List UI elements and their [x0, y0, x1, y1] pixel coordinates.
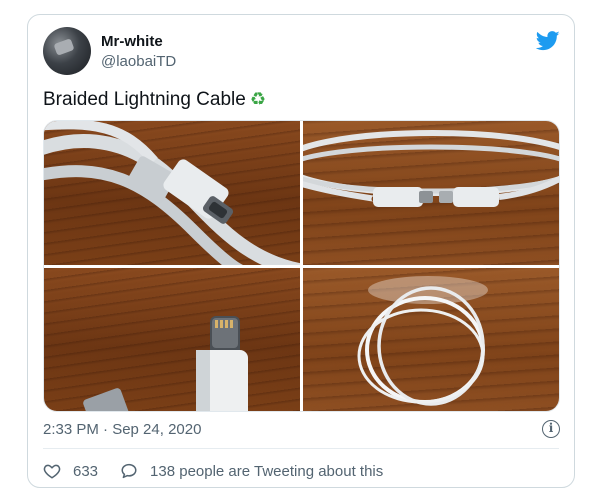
recycle-icon: ♻: [249, 89, 266, 109]
tweet-text-content: Braided Lightning Cable: [43, 89, 246, 110]
cable-photo-2: [303, 130, 559, 207]
tweet-actions: 633 138 people are Tweeting about this: [43, 459, 383, 483]
photo-2[interactable]: [303, 121, 559, 265]
cable-photo-3: [83, 315, 248, 411]
tweeting-about-link[interactable]: 138 people are Tweeting about this: [120, 462, 383, 480]
cable-photo-1: [44, 121, 300, 265]
photo-1[interactable]: [44, 121, 300, 265]
tweet-text: Braided Lightning Cable ♻: [43, 89, 266, 111]
like-count: 633: [73, 462, 99, 480]
info-icon[interactable]: i: [542, 420, 560, 438]
tweet-card[interactable]: Mr-white @laobaiTD Braided Lightning Cab…: [27, 14, 575, 488]
tweeting-about-label: 138 people are Tweeting about this: [150, 462, 384, 480]
twitter-bird-icon[interactable]: [536, 31, 560, 51]
photo-4[interactable]: [303, 267, 559, 411]
reply-bubble-icon: [121, 463, 137, 479]
display-name[interactable]: Mr-white: [101, 33, 163, 50]
user-handle[interactable]: @laobaiTD: [101, 53, 176, 70]
like-button[interactable]: 633: [43, 462, 98, 480]
media-grid: [43, 120, 560, 412]
tweet-timestamp[interactable]: 2:33 PM · Sep 24, 2020: [43, 421, 201, 438]
avatar[interactable]: [43, 27, 91, 75]
divider: [43, 448, 559, 449]
cable-photo-4: [357, 275, 488, 406]
heart-icon: [43, 464, 61, 479]
photo-3[interactable]: [44, 267, 300, 411]
